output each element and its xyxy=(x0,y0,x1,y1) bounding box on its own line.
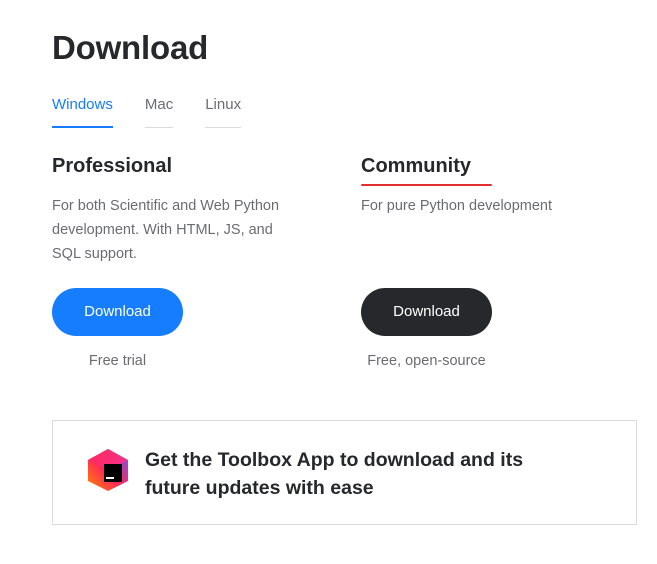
community-note: Free, open-source xyxy=(367,353,486,369)
tab-mac[interactable]: Mac xyxy=(144,96,174,128)
professional-description: For both Scientific and Web Python devel… xyxy=(52,198,280,262)
community-title-underline xyxy=(361,184,492,186)
toolbox-app-logo-icon xyxy=(88,449,128,491)
community-download-button[interactable]: Download xyxy=(361,288,492,336)
professional-title: Professional xyxy=(52,155,173,177)
community-edition: Community For pure Python development xyxy=(361,153,631,214)
toolbox-app-banner[interactable]: Get the Toolbox App to download and its … xyxy=(52,420,637,525)
professional-note: Free trial xyxy=(88,353,147,369)
community-description: For pure Python development xyxy=(361,198,553,214)
toolbox-app-text: Get the Toolbox App to download and its … xyxy=(145,449,524,499)
professional-download-button[interactable]: Download xyxy=(52,288,183,336)
tab-windows[interactable]: Windows xyxy=(52,96,113,128)
professional-edition: Professional For both Scientific and Web… xyxy=(52,153,322,262)
tab-linux[interactable]: Linux xyxy=(205,96,242,128)
community-title: Community xyxy=(361,155,471,177)
page-title: Download xyxy=(52,29,209,66)
os-tabs: Windows Mac Linux xyxy=(52,96,273,128)
